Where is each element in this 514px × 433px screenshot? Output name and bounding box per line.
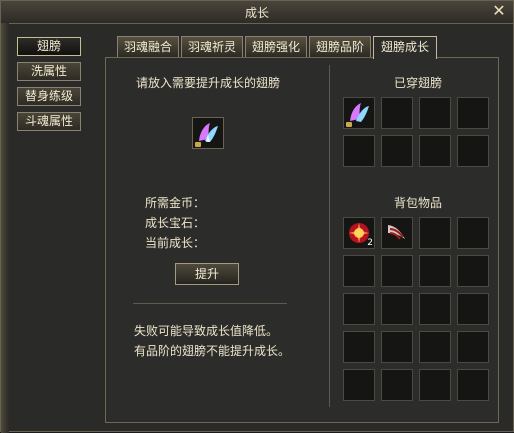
bag-slot[interactable] bbox=[381, 217, 413, 249]
equipped-slot[interactable] bbox=[381, 135, 413, 167]
bag-slot[interactable] bbox=[457, 331, 489, 363]
bag-slot[interactable] bbox=[419, 369, 451, 401]
side-tab-list: 翅膀 洗属性 替身练级 斗魂属性 bbox=[17, 37, 81, 137]
bag-slot[interactable] bbox=[457, 217, 489, 249]
item-count: 2 bbox=[367, 238, 373, 248]
note-divider bbox=[133, 303, 287, 304]
side-tab-soul-attributes[interactable]: 斗魂属性 bbox=[17, 112, 81, 131]
tab-feather-soul-fusion[interactable]: 羽魂融合 bbox=[117, 36, 179, 57]
tab-wing-grade[interactable]: 翅膀品阶 bbox=[309, 36, 371, 57]
bag-slot[interactable] bbox=[381, 293, 413, 325]
tab-feather-soul-prayer[interactable]: 羽魂祈灵 bbox=[181, 36, 243, 57]
equipped-wings-title: 已穿翅膀 bbox=[393, 76, 442, 90]
tab-wing-growth[interactable]: 翅膀成长 bbox=[373, 36, 437, 59]
bag-slot[interactable] bbox=[381, 331, 413, 363]
growth-window: 成长 ✕ 翅膀 洗属性 替身练级 斗魂属性 羽魂融合 羽魂祈灵 翅膀强化 翅膀品… bbox=[0, 0, 514, 433]
bag-slot[interactable] bbox=[419, 217, 451, 249]
gold-required-label: 所需金币： bbox=[145, 196, 206, 210]
equipped-slot[interactable] bbox=[343, 97, 375, 129]
feather-wing-icon bbox=[388, 225, 405, 240]
side-tab-wings[interactable]: 翅膀 bbox=[17, 37, 81, 56]
growth-gem-label: 成长宝石： bbox=[145, 216, 206, 230]
equipped-slot[interactable] bbox=[457, 135, 489, 167]
bag-slot[interactable] bbox=[419, 331, 451, 363]
current-growth-label: 当前成长： bbox=[145, 236, 206, 250]
bag-slot[interactable] bbox=[343, 369, 375, 401]
equipped-slot[interactable] bbox=[419, 97, 451, 129]
tab-wing-enhance[interactable]: 翅膀强化 bbox=[245, 36, 307, 57]
bag-items-title: 背包物品 bbox=[393, 196, 442, 210]
grade-note: 有品阶的翅膀不能提升成长。 bbox=[134, 344, 291, 358]
failure-note: 失败可能导致成长值降低。 bbox=[134, 324, 279, 338]
title-bar[interactable]: 成长 ✕ bbox=[1, 1, 513, 24]
equipped-slot[interactable] bbox=[381, 97, 413, 129]
bag-slot[interactable] bbox=[457, 255, 489, 287]
upgrade-button[interactable]: 提升 bbox=[175, 263, 239, 285]
close-icon[interactable]: ✕ bbox=[491, 3, 507, 19]
panel-divider bbox=[329, 65, 330, 407]
bag-slot[interactable] bbox=[343, 331, 375, 363]
bag-slot[interactable] bbox=[419, 293, 451, 325]
equipped-slot[interactable] bbox=[457, 97, 489, 129]
window-title: 成长 bbox=[244, 6, 269, 20]
lock-icon bbox=[346, 122, 352, 127]
bag-slot[interactable] bbox=[381, 369, 413, 401]
bag-slot[interactable] bbox=[457, 369, 489, 401]
bag-slot[interactable]: 2 bbox=[343, 217, 375, 249]
wing-input-slot[interactable] bbox=[192, 117, 224, 149]
lock-icon bbox=[195, 142, 201, 147]
bag-slot[interactable] bbox=[457, 293, 489, 325]
bag-slot[interactable] bbox=[343, 293, 375, 325]
growth-prompt: 请放入需要提升成长的翅膀 bbox=[136, 76, 281, 90]
bag-slot[interactable] bbox=[381, 255, 413, 287]
window-left-edge bbox=[1, 23, 9, 433]
equipped-slot[interactable] bbox=[343, 135, 375, 167]
side-tab-substitute-leveling[interactable]: 替身练级 bbox=[17, 87, 81, 106]
equipped-slot[interactable] bbox=[419, 135, 451, 167]
side-tab-wash-attributes[interactable]: 洗属性 bbox=[17, 62, 81, 81]
bag-slot[interactable] bbox=[343, 255, 375, 287]
bag-slot[interactable] bbox=[419, 255, 451, 287]
